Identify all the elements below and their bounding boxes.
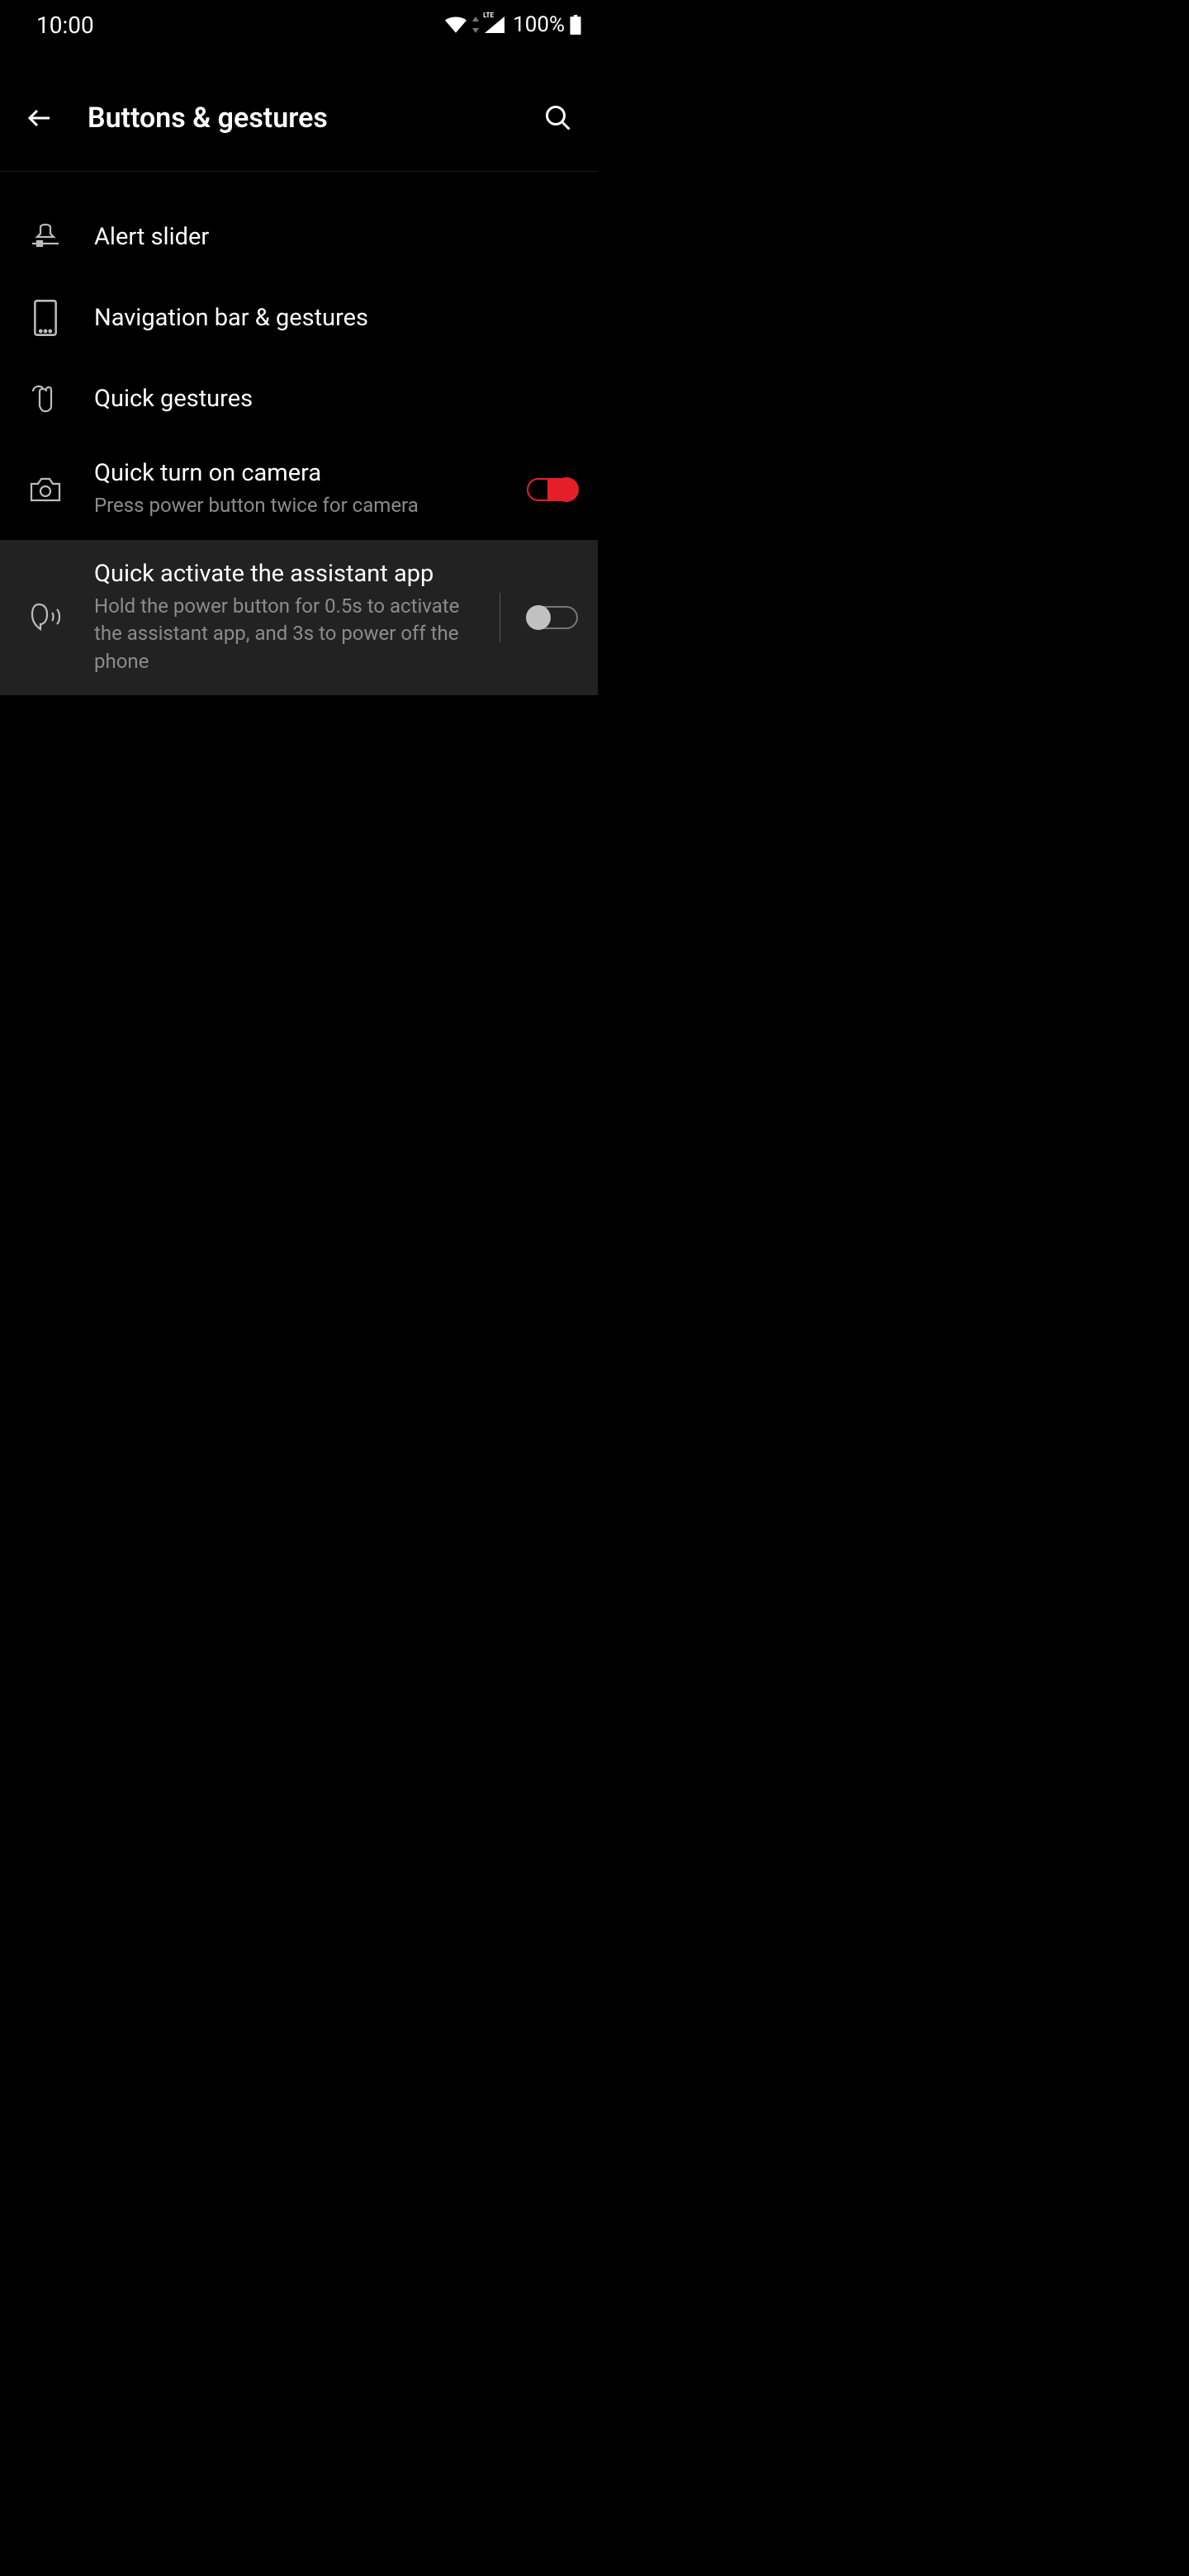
battery-percent: 100% bbox=[513, 12, 565, 37]
status-time: 10:00 bbox=[36, 12, 94, 39]
toggle-quick-camera[interactable] bbox=[527, 478, 578, 501]
status-indicators: LTE 100% bbox=[445, 12, 581, 37]
row-title: Quick gestures bbox=[94, 385, 578, 413]
row-title: Quick activate the assistant app bbox=[94, 560, 491, 588]
row-nav-bar[interactable]: Navigation bar & gestures bbox=[0, 277, 598, 358]
camera-icon bbox=[25, 469, 66, 510]
search-icon bbox=[543, 103, 573, 133]
signal-icon: LTE bbox=[485, 17, 504, 33]
row-title: Navigation bar & gestures bbox=[94, 304, 578, 332]
row-title: Alert slider bbox=[94, 223, 578, 251]
back-button[interactable] bbox=[20, 98, 59, 138]
row-subtitle: Press power button twice for camera bbox=[94, 492, 527, 520]
row-subtitle: Hold the power button for 0.5s to activa… bbox=[94, 593, 491, 676]
search-button[interactable] bbox=[538, 98, 578, 138]
row-quick-assistant[interactable]: Quick activate the assistant app Hold th… bbox=[0, 540, 598, 696]
gesture-tap-icon bbox=[25, 378, 66, 419]
updown-icon bbox=[471, 17, 480, 33]
voice-assistant-icon bbox=[25, 597, 66, 638]
page-title: Buttons & gestures bbox=[88, 102, 522, 135]
app-header: Buttons & gestures bbox=[0, 64, 598, 172]
row-alert-slider[interactable]: Alert slider bbox=[0, 197, 598, 277]
arrow-left-icon bbox=[25, 103, 54, 133]
wifi-icon bbox=[445, 17, 467, 33]
row-quick-camera[interactable]: Quick turn on camera Press power button … bbox=[0, 439, 598, 540]
toggle-quick-assistant[interactable] bbox=[527, 606, 578, 629]
bell-slider-icon bbox=[25, 216, 66, 258]
status-bar: 10:00 LTE 100% bbox=[0, 0, 598, 50]
phone-device-icon bbox=[25, 297, 66, 339]
battery-icon bbox=[570, 15, 581, 35]
row-title: Quick turn on camera bbox=[94, 459, 527, 487]
settings-list: Alert slider Navigation bar & gestures Q… bbox=[0, 172, 598, 695]
row-quick-gestures[interactable]: Quick gestures bbox=[0, 358, 598, 439]
